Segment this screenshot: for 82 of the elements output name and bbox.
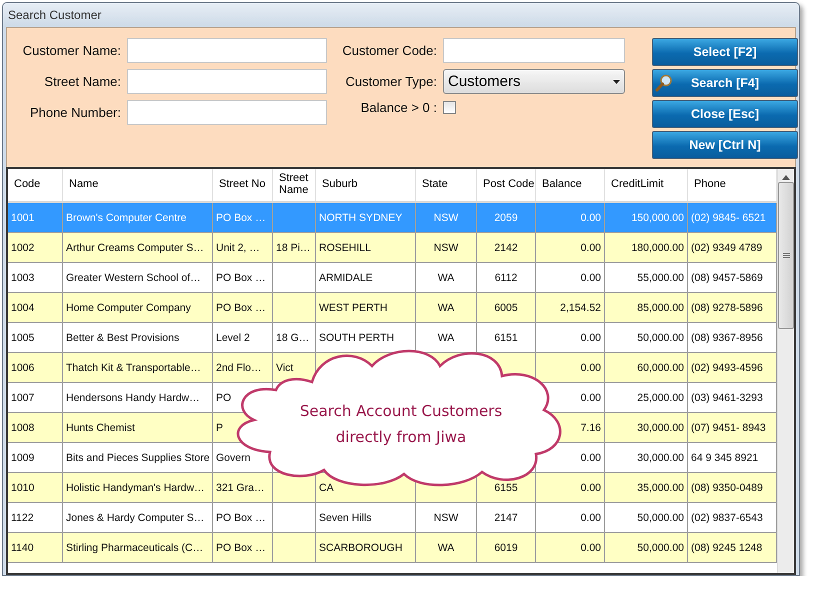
table-cell: PO Box …	[213, 503, 273, 532]
table-cell: 6112	[477, 263, 536, 292]
table-cell: ROSEHILL	[316, 233, 416, 262]
table-cell: 85,000.00	[605, 293, 688, 322]
table-cell: 1004	[8, 293, 63, 322]
table-cell: 1002	[8, 233, 63, 262]
table-cell: 18 G…	[273, 323, 316, 352]
table-cell: Bits and Pieces Supplies Store	[63, 443, 213, 472]
table-cell: 0.00	[536, 203, 605, 232]
table-cell: 0.00	[536, 503, 605, 532]
table-cell: SCARBOROUGH	[316, 533, 416, 562]
field-label: Phone Number:	[28, 105, 121, 120]
field-label: Customer Name:	[22, 43, 121, 58]
table-cell: 35,000.00	[605, 473, 688, 502]
table-cell: Greater Western School of…	[63, 263, 213, 292]
table-cell: 180,000.00	[605, 233, 688, 262]
table-cell: 1001	[8, 203, 63, 232]
table-cell: 0.00	[536, 263, 605, 292]
table-cell: 2147	[477, 503, 536, 532]
field-label: Street Name:	[43, 74, 121, 89]
table-cell: Hendersons Handy Hardw…	[63, 383, 213, 412]
table-cell: 1010	[8, 473, 63, 502]
callout-text: Search Account Customers directly from Jiwa	[298, 401, 504, 448]
table-cell: Level 2	[213, 323, 273, 352]
table-cell: 50,000.00	[605, 503, 688, 532]
table-cell: NSW	[416, 503, 477, 532]
table-cell: 1122	[8, 503, 63, 532]
table-cell: 1006	[8, 353, 63, 382]
table-cell: ARMIDALE	[316, 263, 416, 292]
table-cell: 1140	[8, 533, 63, 562]
table-cell: NSW	[416, 203, 477, 232]
table-cell: PO Box …	[213, 263, 273, 292]
table-cell: 6005	[477, 293, 536, 322]
table-cell: WEST PERTH	[316, 293, 416, 322]
table-cell: 50,000.00	[605, 323, 688, 352]
table-cell: 55,000.00	[605, 263, 688, 292]
table-cell: Home Computer Company	[63, 293, 213, 322]
table-cell: 30,000.00	[605, 443, 688, 472]
table-cell: NSW	[416, 233, 477, 262]
table-cell: WA	[416, 263, 477, 292]
table-cell: Jones & Hardy Computer S…	[63, 503, 213, 532]
table-cell: 2142	[477, 233, 536, 262]
table-cell: WA	[416, 533, 477, 562]
table-cell: Seven Hills	[316, 503, 416, 532]
table-cell: Unit 2, …	[213, 233, 273, 262]
table-cell: 60,000.00	[605, 353, 688, 382]
table-cell: 25,000.00	[605, 383, 688, 412]
window-title: Search Customer	[3, 3, 799, 27]
table-cell: 2nd Flo…	[213, 353, 273, 382]
table-cell: 321 Gra…	[213, 473, 273, 502]
table-cell: 1009	[8, 443, 63, 472]
table-cell: 0.00	[536, 323, 605, 352]
table-cell: PO Box …	[213, 203, 273, 232]
table-cell: 6019	[477, 533, 536, 562]
table-cell: Hunts Chemist	[63, 413, 213, 442]
table-cell: 6151	[477, 323, 536, 352]
table-cell: 150,000.00	[605, 203, 688, 232]
table-cell: Better & Best Provisions	[63, 323, 213, 352]
table-cell: Holistic Handyman's Hardw…	[63, 473, 213, 502]
field-label: Customer Type:	[344, 74, 437, 89]
field-label: Balance > 0 :	[360, 100, 437, 115]
table-cell: Arthur Creams Computer S…	[63, 233, 213, 262]
table-cell: 1003	[8, 263, 63, 292]
table-cell: PO Box …	[213, 533, 273, 562]
table-cell: NORTH SYDNEY	[316, 203, 416, 232]
table-cell: Brown's Computer Centre	[63, 203, 213, 232]
table-cell: 2059	[477, 203, 536, 232]
table-cell: WA	[416, 293, 477, 322]
table-cell: 2,154.52	[536, 293, 605, 322]
table-cell: 18 Pi…	[273, 233, 316, 262]
table-cell: 50,000.00	[605, 533, 688, 562]
table-cell: 0.00	[536, 233, 605, 262]
table-cell: Thatch Kit & Transportable…	[63, 353, 213, 382]
field-label: Customer Code:	[341, 43, 437, 58]
table-cell: 1005	[8, 323, 63, 352]
table-cell: PO Box …	[213, 293, 273, 322]
table-cell: 1007	[8, 383, 63, 412]
table-cell: 0.00	[536, 533, 605, 562]
table-cell: 0.00	[536, 473, 605, 502]
table-cell: 30,000.00	[605, 413, 688, 442]
table-cell: 1008	[8, 413, 63, 442]
table-cell: Stirling Pharmaceuticals (C…	[63, 533, 213, 562]
